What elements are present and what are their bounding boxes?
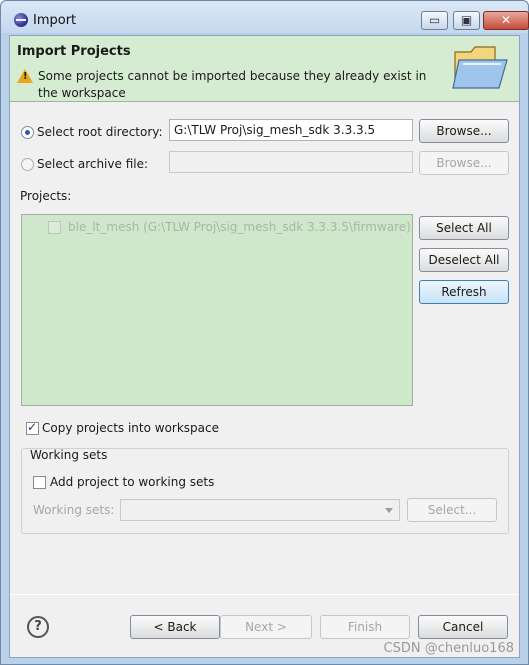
browse-root-button[interactable]: Browse...	[419, 119, 509, 143]
maximize-button[interactable]: ▣	[453, 11, 480, 30]
root-directory-radio[interactable]	[21, 126, 34, 139]
help-icon[interactable]: ?	[27, 616, 49, 638]
warning-icon: !	[17, 69, 33, 83]
archive-file-label: Select archive file:	[37, 157, 149, 171]
projects-list[interactable]: ble_lt_mesh (G:\TLW Proj\sig_mesh_sdk 3.…	[21, 214, 413, 406]
refresh-button[interactable]: Refresh	[419, 280, 509, 304]
finish-button[interactable]: Finish	[320, 615, 410, 639]
watermark: CSDN @chenluo168	[383, 641, 514, 656]
dialog-content: Import Projects ! Some projects cannot b…	[9, 35, 520, 658]
minimize-button[interactable]: ▭	[421, 11, 448, 30]
project-checkbox[interactable]	[48, 221, 61, 234]
project-name: ble_lt_mesh (G:\TLW Proj\sig_mesh_sdk 3.…	[68, 220, 411, 234]
working-sets-group: Add project to working sets Working sets…	[21, 448, 509, 534]
archive-file-radio[interactable]	[21, 158, 34, 171]
eclipse-icon	[14, 13, 28, 27]
page-title: Import Projects	[17, 44, 131, 59]
add-to-working-sets-label: Add project to working sets	[50, 475, 215, 489]
footer-separator	[10, 594, 519, 595]
browse-archive-button[interactable]: Browse...	[419, 151, 509, 175]
projects-label: Projects:	[20, 189, 72, 203]
wizard-header: Import Projects ! Some projects cannot b…	[10, 36, 519, 102]
working-sets-label: Working sets:	[33, 503, 115, 517]
select-all-button[interactable]: Select All	[419, 216, 509, 240]
root-directory-label: Select root directory:	[37, 125, 163, 139]
select-working-sets-button[interactable]: Select...	[407, 498, 497, 522]
working-sets-combo[interactable]	[120, 499, 400, 521]
window-title: Import	[33, 13, 77, 28]
archive-file-field[interactable]	[169, 151, 413, 173]
back-button[interactable]: < Back	[130, 615, 220, 639]
header-message: Some projects cannot be imported because…	[38, 69, 427, 100]
import-dialog: Import ▭ ▣ ✕ Import Projects ! Some proj…	[0, 0, 529, 665]
folder-icon	[452, 46, 508, 89]
root-directory-field[interactable]: G:\TLW Proj\sig_mesh_sdk 3.3.3.5	[169, 119, 413, 141]
close-button[interactable]: ✕	[483, 11, 529, 30]
copy-projects-checkbox[interactable]	[26, 420, 39, 435]
add-to-working-sets-checkbox[interactable]	[33, 476, 46, 489]
copy-projects-label: Copy projects into workspace	[42, 421, 220, 435]
next-button[interactable]: Next >	[220, 615, 312, 639]
list-item[interactable]: ble_lt_mesh (G:\TLW Proj\sig_mesh_sdk 3.…	[48, 219, 411, 237]
title-bar[interactable]: Import ▭ ▣ ✕	[1, 1, 529, 33]
deselect-all-button[interactable]: Deselect All	[419, 248, 509, 272]
cancel-button[interactable]: Cancel	[418, 615, 508, 639]
